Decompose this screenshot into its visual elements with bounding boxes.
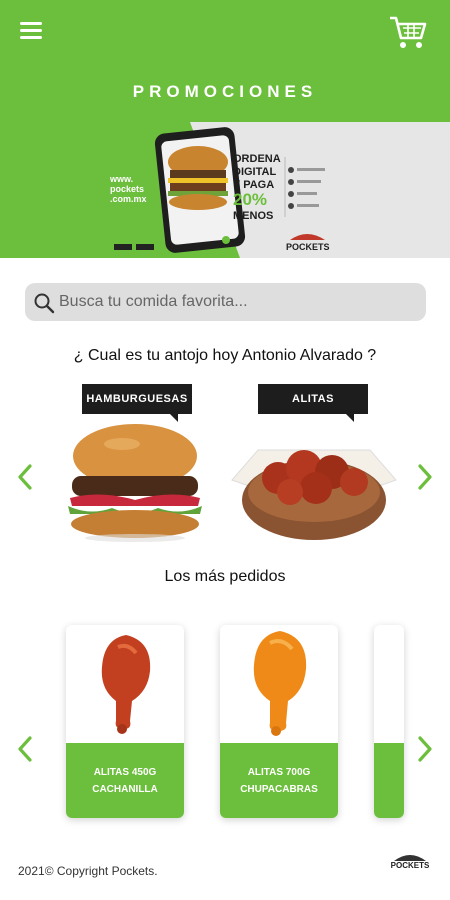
wings-image bbox=[231, 449, 397, 540]
svg-text:www.: www. bbox=[109, 174, 133, 184]
category-label: HAMBURGUESAS bbox=[82, 384, 192, 422]
pockets-logo: POCKETS bbox=[390, 855, 430, 870]
categories-next-arrow[interactable] bbox=[416, 462, 434, 492]
popular-prev-arrow[interactable] bbox=[16, 734, 34, 764]
product-name-partial bbox=[374, 743, 404, 818]
product-card-alitas-450g[interactable]: ALITAS 450G CACHANILLA bbox=[66, 625, 184, 818]
category-hamburguesas[interactable]: HAMBURGUESAS bbox=[60, 384, 210, 544]
svg-text:DIGITAL: DIGITAL bbox=[233, 166, 276, 178]
svg-text:ORDENA: ORDENA bbox=[233, 153, 281, 165]
greeting-text: ¿ Cual es tu antojo hoy Antonio Alvarado… bbox=[73, 347, 377, 364]
svg-text:.com.mx: .com.mx bbox=[110, 194, 147, 204]
page-title: PROMOCIONES bbox=[132, 82, 318, 101]
categories-prev-arrow[interactable] bbox=[16, 462, 34, 492]
search-icon bbox=[34, 293, 55, 314]
svg-text:20%: 20% bbox=[233, 190, 267, 209]
category-alitas[interactable]: ALITAS bbox=[228, 384, 400, 544]
app-header: PROMOCIONES bbox=[0, 0, 450, 122]
promo-banner-art: www. pockets .com.mx ORDENA DIGITAL Y PA… bbox=[0, 122, 450, 258]
product-name: ALITAS 700G CHUPACABRAS bbox=[220, 743, 338, 818]
svg-text:MENOS: MENOS bbox=[233, 210, 273, 222]
product-name: ALITAS 450G CACHANILLA bbox=[66, 743, 184, 818]
svg-text:POCKETS: POCKETS bbox=[391, 861, 430, 870]
popular-next-arrow[interactable] bbox=[416, 734, 434, 764]
search-bar[interactable] bbox=[25, 283, 426, 321]
category-label: ALITAS bbox=[258, 384, 368, 422]
svg-text:pockets: pockets bbox=[110, 184, 144, 194]
cart-icon[interactable] bbox=[388, 12, 428, 52]
svg-text:POCKETS: POCKETS bbox=[286, 242, 330, 252]
product-card-alitas-700g[interactable]: ALITAS 700G CHUPACABRAS bbox=[220, 625, 338, 818]
product-card-partial[interactable] bbox=[374, 625, 404, 818]
promo-banner[interactable]: www. pockets .com.mx ORDENA DIGITAL Y PA… bbox=[0, 122, 450, 258]
wing-image bbox=[253, 631, 307, 736]
wing-image bbox=[101, 635, 151, 734]
burger-image bbox=[68, 424, 202, 542]
menu-icon[interactable] bbox=[20, 22, 42, 40]
search-input[interactable] bbox=[59, 287, 419, 317]
popular-title: Los más pedidos bbox=[164, 568, 286, 585]
copyright-text: 2021© Copyright Pockets. bbox=[18, 864, 158, 878]
